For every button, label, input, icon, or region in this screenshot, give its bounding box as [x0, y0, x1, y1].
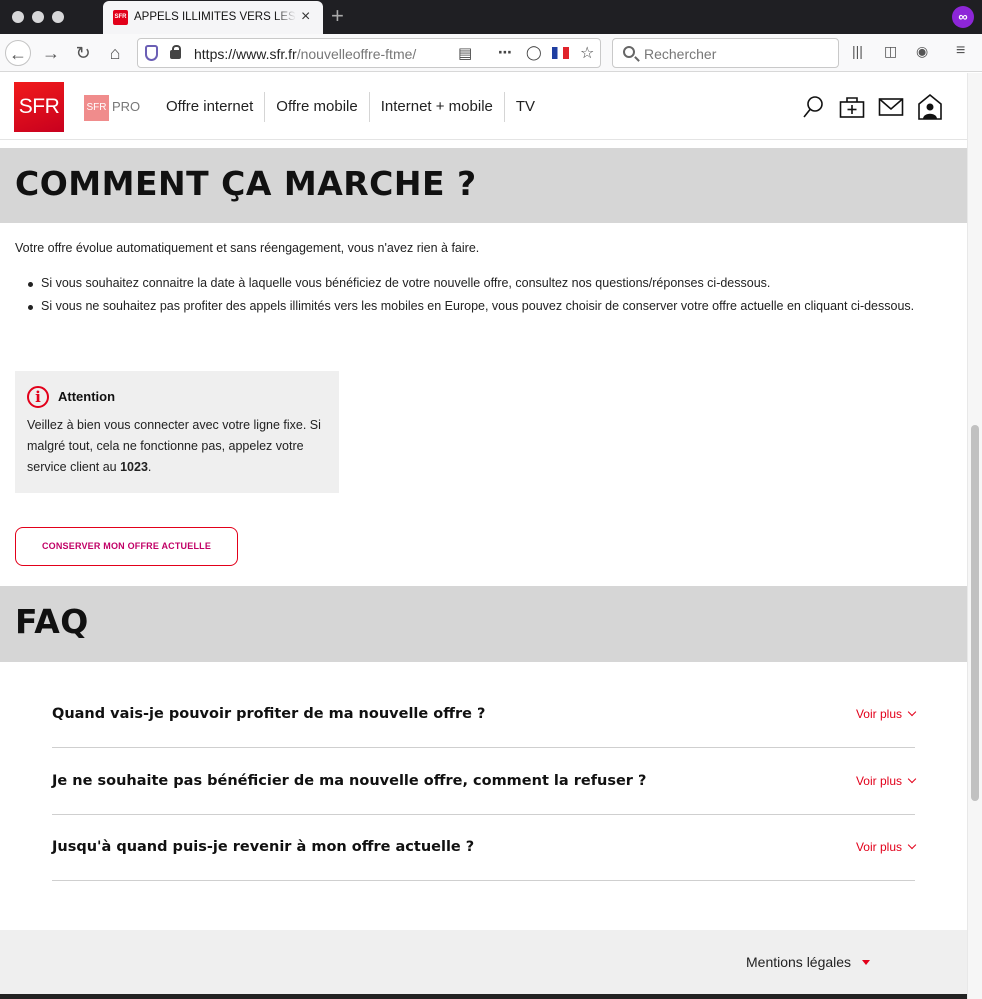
page-scrollbar[interactable]	[967, 73, 982, 999]
info-list: Si vous souhaitez connaitre la date à la…	[25, 272, 920, 318]
faq-item[interactable]: Quand vais-je pouvoir profiter de ma nou…	[52, 681, 917, 748]
attention-box: i Attention Veillez à bien vous connecte…	[15, 371, 339, 493]
see-more-link[interactable]: Voir plus	[855, 774, 917, 788]
main-nav: Offre internet Offre mobile Internet + m…	[155, 92, 546, 122]
browser-toolbar: ← → ↻ ⌂ https://www.sfr.fr/nouvelleoffre…	[0, 34, 982, 72]
see-more-link[interactable]: Voir plus	[855, 840, 917, 854]
lock-icon[interactable]	[170, 45, 181, 59]
maximize-window-button[interactable]	[52, 11, 64, 23]
footer: Mentions légales	[0, 930, 967, 994]
faq-question[interactable]: Jusqu'à quand puis-je revenir à mon offr…	[52, 839, 474, 855]
account-icon[interactable]: ◉	[916, 43, 928, 60]
list-item: Si vous souhaitez connaitre la date à la…	[25, 272, 920, 295]
close-tab-icon[interactable]: ×	[301, 8, 310, 26]
how-it-works-title: COMMENT ÇA MARCHE ?	[15, 164, 477, 203]
tab-title: APPELS ILLIMITÉS VERS LES MOBILES	[134, 11, 296, 23]
keep-current-offer-button[interactable]: CONSERVER MON OFFRE ACTUELLE	[15, 527, 238, 566]
nav-tv[interactable]: TV	[505, 92, 546, 122]
faq-item[interactable]: Je ne souhaite pas bénéficier de ma nouv…	[52, 748, 917, 815]
chevron-down-icon	[907, 774, 917, 784]
bookmark-star-icon[interactable]: ☆	[580, 43, 594, 63]
browser-tab-bar: SFR APPELS ILLIMITÉS VERS LES MOBILES × …	[0, 0, 982, 34]
private-browsing-icon: ∞	[952, 6, 974, 28]
footer-bottom-bar	[0, 994, 967, 999]
faq-question[interactable]: Je ne souhaite pas bénéficier de ma nouv…	[52, 773, 646, 789]
page-actions-menu-icon[interactable]: ⋯	[498, 44, 512, 61]
minimize-window-button[interactable]	[32, 11, 44, 23]
shop-bag-icon[interactable]	[839, 95, 865, 119]
see-more-label: Voir plus	[855, 707, 902, 721]
list-item: Si vous ne souhaitez pas profiter des ap…	[25, 295, 920, 318]
library-icon[interactable]: |||	[852, 43, 863, 59]
pocket-icon[interactable]: ◯	[526, 44, 542, 61]
url-text[interactable]: https://www.sfr.fr/nouvelleoffre-ftme/	[194, 46, 416, 62]
scrollbar-thumb[interactable]	[971, 425, 979, 801]
faq-item[interactable]: Jusqu'à quand puis-je revenir à mon offr…	[52, 814, 917, 881]
see-more-label: Voir plus	[855, 840, 902, 854]
chevron-down-icon	[907, 707, 917, 717]
support-number: 1023	[120, 460, 148, 474]
search-bar[interactable]: Rechercher	[612, 38, 839, 68]
nav-offre-internet[interactable]: Offre internet	[155, 92, 266, 122]
url-bar[interactable]: https://www.sfr.fr/nouvelleoffre-ftme/ ▤…	[137, 38, 601, 68]
close-window-button[interactable]	[12, 11, 24, 23]
account-house-icon[interactable]	[917, 93, 943, 121]
reload-icon[interactable]: ↻	[70, 40, 96, 66]
back-arrow-icon[interactable]: ←	[5, 40, 31, 66]
attention-text-end: .	[147, 460, 152, 474]
nav-offre-mobile[interactable]: Offre mobile	[265, 92, 370, 122]
see-more-link[interactable]: Voir plus	[855, 707, 917, 721]
browser-tab-active[interactable]: SFR APPELS ILLIMITÉS VERS LES MOBILES ×	[103, 1, 323, 34]
sfr-pro-logo-box[interactable]: SFR	[84, 95, 109, 121]
sfr-pro-label[interactable]: PRO	[112, 99, 140, 114]
chevron-down-icon	[907, 840, 917, 850]
sfr-favicon-icon: SFR	[113, 10, 128, 25]
faq-banner: FAQ	[0, 586, 967, 662]
search-placeholder: Rechercher	[644, 46, 717, 62]
search-icon	[623, 46, 635, 58]
info-icon: i	[27, 386, 49, 408]
home-icon[interactable]: ⌂	[102, 40, 128, 66]
attention-title: Attention	[58, 389, 116, 404]
forward-arrow-icon[interactable]: →	[38, 40, 64, 66]
intro-text: Votre offre évolue automatiquement et sa…	[15, 241, 480, 255]
legal-notice-link[interactable]: Mentions légales	[746, 954, 851, 970]
tracking-protection-shield-icon[interactable]	[145, 45, 158, 61]
hamburger-menu-icon[interactable]: ≡	[956, 42, 965, 60]
new-tab-icon[interactable]: +	[331, 4, 344, 28]
faq-question[interactable]: Quand vais-je pouvoir profiter de ma nou…	[52, 706, 485, 722]
attention-text: Veillez à bien vous connecter avec votre…	[27, 415, 332, 478]
search-icon[interactable]	[802, 95, 824, 119]
attention-text-main: Veillez à bien vous connecter avec votre…	[27, 418, 321, 474]
caret-down-icon[interactable]	[862, 960, 870, 965]
nav-internet-mobile[interactable]: Internet + mobile	[370, 92, 505, 122]
see-more-label: Voir plus	[855, 774, 902, 788]
url-host: https://www.sfr.fr	[194, 46, 297, 62]
how-it-works-banner: COMMENT ÇA MARCHE ?	[0, 148, 967, 223]
site-header: SFR SFR PRO Offre internet Offre mobile …	[0, 73, 967, 140]
french-flag-icon[interactable]	[552, 47, 569, 59]
sidebar-icon[interactable]: ◫	[884, 43, 897, 60]
mail-icon[interactable]	[878, 95, 904, 119]
reader-view-icon[interactable]: ▤	[458, 44, 472, 62]
faq-title: FAQ	[15, 602, 89, 641]
sfr-logo[interactable]: SFR	[14, 82, 64, 132]
url-path: /nouvelleoffre-ftme/	[296, 46, 417, 62]
